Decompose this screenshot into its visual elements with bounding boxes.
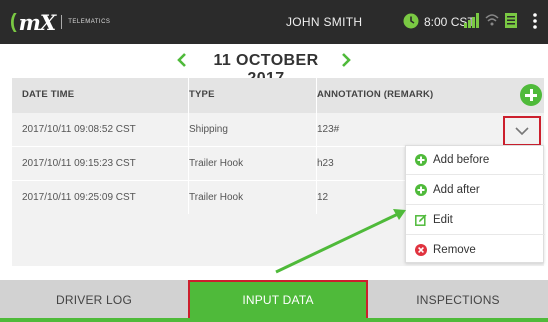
column-header-datetime: DATE TIME bbox=[22, 89, 75, 100]
menu-item-add-before[interactable]: Add before bbox=[406, 146, 545, 175]
tab-label: INSPECTIONS bbox=[416, 293, 500, 307]
plus-circle-icon bbox=[415, 184, 427, 196]
row-context-menu: Add before Add after Edit Remove bbox=[405, 145, 545, 265]
user-name[interactable]: JOHN SMITH bbox=[286, 15, 362, 29]
cell-annotation: 12 bbox=[317, 192, 329, 203]
bottom-tab-bar: DRIVER LOG INPUT DATA INSPECTIONS bbox=[0, 280, 548, 322]
edit-icon bbox=[415, 214, 427, 226]
row-options-button[interactable] bbox=[503, 116, 541, 146]
menu-item-label: Add after bbox=[433, 184, 480, 196]
column-header-type: TYPE bbox=[189, 89, 215, 100]
cell-type: Shipping bbox=[189, 124, 228, 135]
logo-bracket: ( bbox=[10, 10, 17, 33]
add-entry-button[interactable] bbox=[520, 84, 542, 106]
cell-datetime: 2017/10/11 09:25:09 CST bbox=[22, 192, 136, 203]
table-row[interactable]: 2017/10/11 09:08:52 CST Shipping 123# bbox=[12, 113, 544, 147]
overflow-menu-icon[interactable] bbox=[533, 13, 537, 29]
tab-label: INPUT DATA bbox=[242, 293, 314, 307]
tab-driver-log[interactable]: DRIVER LOG bbox=[0, 280, 188, 320]
top-bar: ( mX TELEMATICS JOHN SMITH 8:00 CST bbox=[0, 0, 548, 44]
date-navigation: 11 OCTOBER 2017 bbox=[0, 44, 548, 87]
remove-circle-icon bbox=[415, 244, 427, 256]
clock-icon bbox=[403, 13, 419, 29]
logo-mark: mX bbox=[18, 9, 57, 35]
table-header: DATE TIME TYPE ANNOTATION (REMARK) bbox=[12, 78, 544, 113]
tab-label: DRIVER LOG bbox=[55, 293, 132, 307]
cell-annotation: h23 bbox=[317, 158, 334, 169]
menu-item-add-after[interactable]: Add after bbox=[406, 176, 545, 205]
cell-datetime: 2017/10/11 09:08:52 CST bbox=[22, 124, 136, 135]
cell-type: Trailer Hook bbox=[189, 158, 244, 169]
app-logo: ( mX TELEMATICS bbox=[10, 9, 110, 35]
column-divider bbox=[188, 78, 189, 214]
column-divider bbox=[316, 78, 317, 214]
document-icon bbox=[505, 13, 517, 28]
menu-item-label: Remove bbox=[433, 244, 476, 256]
menu-item-label: Edit bbox=[433, 214, 453, 226]
menu-item-remove[interactable]: Remove bbox=[406, 236, 545, 265]
wifi-icon bbox=[485, 14, 499, 26]
active-tab-underline bbox=[0, 318, 548, 322]
chevron-left-icon[interactable] bbox=[176, 52, 188, 68]
column-header-annotation: ANNOTATION (REMARK) bbox=[317, 89, 434, 100]
logo-divider bbox=[61, 15, 63, 29]
chevron-right-icon[interactable] bbox=[340, 52, 352, 68]
menu-item-edit[interactable]: Edit bbox=[406, 206, 545, 235]
cell-annotation: 123# bbox=[317, 124, 340, 135]
signal-icon bbox=[464, 13, 479, 28]
logo-subtitle: TELEMATICS bbox=[68, 19, 111, 25]
cell-datetime: 2017/10/11 09:15:23 CST bbox=[22, 158, 136, 169]
menu-item-label: Add before bbox=[433, 154, 490, 166]
cell-type: Trailer Hook bbox=[189, 192, 244, 203]
tab-inspections[interactable]: INSPECTIONS bbox=[368, 280, 548, 320]
plus-circle-icon bbox=[415, 154, 427, 166]
tab-input-data[interactable]: INPUT DATA bbox=[188, 280, 368, 320]
chevron-down-icon bbox=[515, 127, 529, 136]
